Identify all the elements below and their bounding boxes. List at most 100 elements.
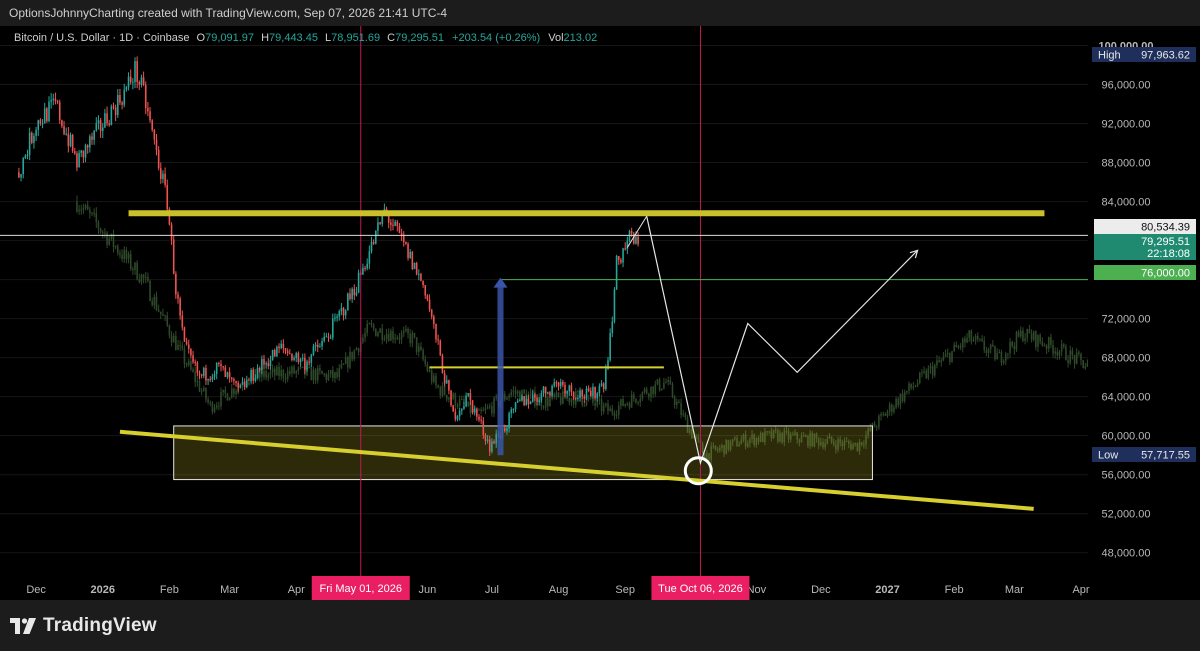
candle-body — [226, 372, 229, 377]
candle-body — [605, 403, 607, 406]
ghost-candle — [1073, 354, 1076, 369]
chart-area[interactable]: Bitcoin / U.S. Dollar · 1D · Coinbase O7… — [0, 26, 1200, 600]
candle-body — [495, 433, 497, 444]
candle — [215, 362, 218, 380]
candle-body — [516, 400, 519, 403]
candle-body — [473, 408, 476, 413]
candle-body — [994, 346, 996, 360]
candle-body — [142, 274, 145, 278]
ghost-candle — [312, 366, 315, 385]
ghost-candle — [413, 332, 416, 339]
candle-body — [181, 345, 184, 349]
candle — [91, 132, 93, 145]
candle — [22, 156, 24, 179]
candle-body — [549, 392, 551, 396]
candle — [226, 371, 229, 380]
candle-body — [394, 221, 396, 226]
candle-body — [58, 102, 61, 121]
ghost-candle — [327, 369, 330, 382]
candle-body — [411, 332, 414, 344]
ghost-candle — [418, 343, 420, 357]
ghost-candle — [387, 328, 390, 342]
ghost-candle — [366, 320, 368, 337]
ghost-candle — [1041, 337, 1044, 347]
candle — [127, 72, 130, 91]
ghost-candle — [215, 402, 218, 410]
ghost-candle — [402, 326, 405, 337]
ghost-candle — [383, 335, 386, 342]
candle-body — [1026, 328, 1029, 339]
ghost-candle — [344, 352, 347, 365]
candle-body — [218, 362, 220, 364]
candle-body — [110, 106, 113, 126]
candle-body — [568, 385, 571, 392]
candle-body — [220, 392, 222, 407]
candle-body — [600, 399, 603, 412]
ghost-candle — [605, 402, 607, 408]
candle-body — [200, 374, 203, 376]
candle — [585, 386, 588, 400]
candle-body — [80, 209, 83, 211]
candle-body — [613, 413, 616, 416]
ghost-candle — [611, 404, 614, 416]
candle-body — [370, 242, 373, 252]
candle — [413, 262, 416, 270]
candle — [200, 373, 203, 379]
ghost-candle — [157, 304, 160, 313]
ghost-candle — [884, 412, 887, 417]
candle-body — [566, 397, 568, 399]
candle-body — [916, 383, 919, 386]
ghost-candle — [452, 392, 454, 401]
candle-body — [299, 367, 302, 369]
ghost-candle — [1078, 350, 1080, 357]
candle-body — [338, 368, 341, 378]
candle-body — [67, 133, 70, 147]
ghost-candle — [1060, 339, 1063, 357]
ghost-candle — [321, 370, 323, 375]
ghost-candle — [910, 383, 912, 391]
candle-body — [211, 376, 214, 380]
ghost-candle — [633, 391, 635, 402]
candle — [157, 146, 160, 171]
candle-body — [230, 388, 233, 398]
candle-body — [332, 318, 334, 338]
ghost-candle — [880, 411, 882, 421]
candle-body — [368, 251, 371, 264]
candle-body — [448, 397, 450, 400]
candle — [448, 379, 450, 395]
candle — [407, 242, 409, 261]
candle-body — [562, 391, 564, 404]
candle-body — [534, 394, 536, 398]
candle — [177, 291, 179, 304]
candle-body — [544, 386, 547, 394]
candle-body — [609, 333, 611, 361]
ghost-candle — [316, 365, 319, 384]
candle — [428, 294, 431, 312]
candle-body — [1022, 330, 1024, 342]
x-tick-label: Apr — [1072, 584, 1089, 596]
candle-body — [344, 310, 347, 316]
candle-body — [254, 378, 257, 381]
candle-body — [671, 384, 674, 397]
candle-body — [1047, 337, 1050, 349]
ghost-candle — [218, 401, 220, 411]
ghost-candle — [493, 396, 495, 418]
candle — [611, 316, 614, 338]
ghost-candle — [959, 343, 962, 351]
candle-body — [435, 375, 437, 386]
candle — [125, 85, 128, 92]
candle — [151, 119, 153, 132]
candle-body — [336, 372, 338, 378]
ghost-candle — [600, 394, 603, 416]
candle-body — [327, 374, 330, 380]
candle-body — [351, 288, 353, 299]
candle-body — [334, 372, 336, 379]
candle-body — [213, 374, 216, 377]
price-chart[interactable]: Bitcoin / U.S. Dollar · 1D · Coinbase O7… — [0, 26, 1200, 600]
tradingview-logo[interactable]: TradingView — [10, 615, 157, 637]
ghost-candle — [97, 220, 100, 234]
candle — [353, 284, 356, 301]
ghost-candle — [280, 365, 282, 381]
candle-body — [435, 323, 437, 340]
ghost-candle — [974, 333, 977, 345]
